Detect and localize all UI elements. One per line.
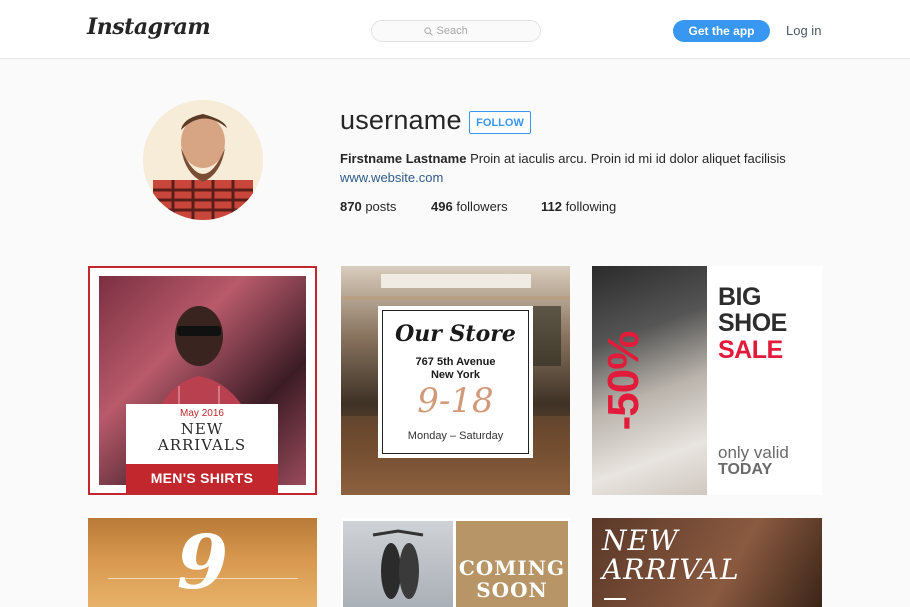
card-frame: Our Store 767 5th Avenue New York 9-18 M… xyxy=(382,310,529,454)
post-tile-coming-soon[interactable]: COMING SOON xyxy=(341,518,570,607)
profile-username: username xyxy=(340,105,462,135)
headline-line: SHOE xyxy=(718,309,787,337)
post-title-line: NEW xyxy=(180,420,224,438)
post-banner: MEN'S SHIRTS xyxy=(126,464,278,493)
login-link[interactable]: Log in xyxy=(786,23,821,38)
post-photo-sunglasses xyxy=(343,521,453,607)
caption-line: COMING xyxy=(458,556,566,580)
followers-count: 496 xyxy=(431,199,453,214)
post-tile-our-store[interactable]: Our Store 767 5th Avenue New York 9-18 M… xyxy=(341,266,570,495)
sale-word: SALE xyxy=(718,336,783,364)
store-hours: 9-18 xyxy=(417,381,494,421)
store-address: 767 5th Avenue New York xyxy=(383,356,528,382)
post-title: NEW ARRIVAL xyxy=(602,526,740,584)
following-label: following xyxy=(565,199,617,214)
posts-label: posts xyxy=(365,199,397,214)
post-tile-big-shoe-sale[interactable]: -50% BIG SHOE SALE only valid TODAY xyxy=(592,266,822,495)
profile-website-link[interactable]: www.website.com xyxy=(340,170,443,185)
post-title: NEW ARRIVALS xyxy=(126,421,278,453)
search-input[interactable] xyxy=(436,25,489,37)
instagram-logo[interactable]: Instagram xyxy=(87,14,211,40)
followers-stat[interactable]: 496 followers xyxy=(431,199,508,214)
post-title: Our Store xyxy=(395,321,516,347)
follow-button[interactable]: FOLLOW xyxy=(469,111,531,134)
profile-bio-text: Proin at iaculis arcu. Proin id mi id do… xyxy=(470,151,786,166)
following-count: 112 xyxy=(541,199,562,214)
validity-text: only valid xyxy=(718,443,789,462)
profile-bio: Firstname Lastname Proin at iaculis arcu… xyxy=(340,151,786,166)
get-the-app-button[interactable]: Get the app xyxy=(673,20,770,42)
caption-line: SOON xyxy=(476,578,548,602)
post-caption-panel: BIG SHOE SALE only valid TODAY xyxy=(707,266,822,495)
title-line: ARRIVAL xyxy=(602,553,740,586)
post-date: May 2016 xyxy=(180,408,224,419)
search-icon xyxy=(423,26,433,36)
coming-soon-text: COMING SOON xyxy=(456,557,568,601)
profile-full-name: Firstname Lastname xyxy=(340,151,467,166)
divider xyxy=(604,598,626,600)
post-caption-panel: COMING SOON xyxy=(456,521,568,607)
sale-headline: BIG SHOE xyxy=(718,284,787,336)
post-caption-card: Our Store 767 5th Avenue New York 9-18 M… xyxy=(378,306,533,458)
followers-label: followers xyxy=(456,199,508,214)
store-days: Monday – Saturday xyxy=(407,430,504,442)
post-number: 9 xyxy=(176,520,229,606)
validity-day: TODAY xyxy=(718,461,773,478)
post-caption-card: May 2016 NEW ARRIVALS xyxy=(126,404,278,464)
posts-count: 870 xyxy=(340,199,362,214)
title-line: NEW xyxy=(602,524,679,557)
profile-avatar xyxy=(143,100,263,220)
post-tile-new-arrival[interactable]: NEW ARRIVAL xyxy=(592,518,822,607)
post-tile-number[interactable]: 9 xyxy=(88,518,317,607)
post-photo: -50% xyxy=(592,266,707,495)
discount-text: -50% xyxy=(599,331,648,431)
headline-line: BIG xyxy=(718,283,761,311)
posts-stat: 870 posts xyxy=(340,199,396,214)
following-stat[interactable]: 112 following xyxy=(541,199,616,214)
post-title-line: ARRIVALS xyxy=(157,436,247,454)
post-tile-new-arrivals[interactable]: May 2016 NEW ARRIVALS MEN'S SHIRTS xyxy=(88,266,317,495)
search-box[interactable] xyxy=(371,20,541,42)
top-navigation-bar: Instagram Get the app Log in xyxy=(0,0,910,59)
address-line: 767 5th Avenue xyxy=(415,356,496,368)
